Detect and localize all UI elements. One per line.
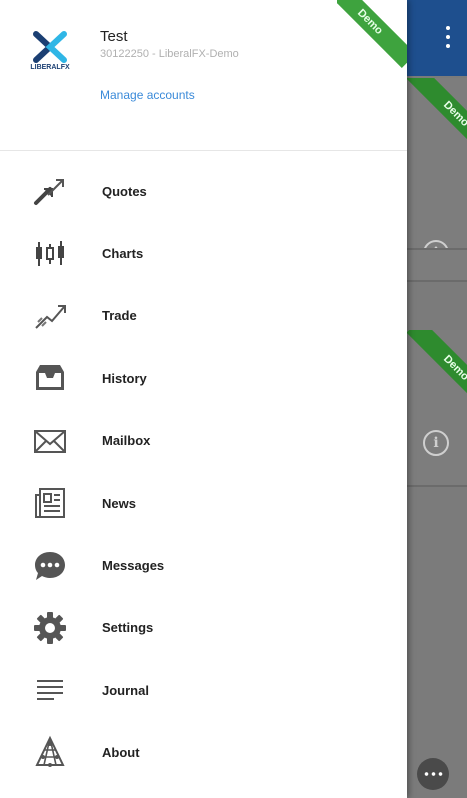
journal-icon	[32, 672, 68, 708]
menu-label: Messages	[102, 558, 165, 574]
logo-text: LIBERALFX	[30, 64, 70, 71]
menu-label: Mailbox	[102, 433, 151, 449]
news-icon	[32, 485, 68, 521]
demo-badge: Demo	[406, 78, 467, 164]
about-icon	[32, 735, 68, 771]
menu-item-mailbox[interactable]: Mailbox	[0, 410, 407, 472]
info-icon[interactable]: i	[423, 240, 449, 248]
menu-item-trade[interactable]: Trade	[0, 285, 407, 347]
menu-item-about[interactable]: About	[0, 722, 407, 784]
settings-icon	[32, 610, 68, 646]
demo-badge: Demo	[406, 330, 467, 418]
chat-icon[interactable]	[417, 758, 449, 790]
menu-label: Quotes	[102, 183, 147, 199]
menu-item-news[interactable]: News	[0, 472, 407, 534]
menu-label: Charts	[102, 246, 144, 262]
charts-icon	[32, 236, 68, 272]
more-options-icon[interactable]	[445, 26, 451, 52]
menu-label: News	[102, 495, 136, 511]
quotes-icon	[32, 173, 68, 209]
menu-item-journal[interactable]: Journal	[0, 659, 407, 721]
menu-label: Journal	[102, 682, 149, 698]
navigation-drawer: LIBERALFX Test 30122250 - LiberalFX-Demo…	[0, 0, 407, 798]
menu-label: Settings	[102, 620, 154, 636]
menu-item-messages[interactable]: Messages	[0, 534, 407, 596]
drawer-menu: Quotes Charts Trade History Mailbox News…	[0, 160, 407, 784]
menu-label: History	[102, 370, 147, 386]
mailbox-icon	[32, 423, 68, 459]
demo-badge: Demo	[337, 0, 407, 68]
account-name: Test	[100, 28, 128, 45]
account-subtitle: 30122250 - LiberalFX-Demo	[100, 48, 239, 60]
menu-item-settings[interactable]: Settings	[0, 597, 407, 659]
trade-icon	[32, 298, 68, 334]
menu-item-quotes[interactable]: Quotes	[0, 160, 407, 222]
menu-item-charts[interactable]: Charts	[0, 222, 407, 284]
menu-item-history[interactable]: History	[0, 347, 407, 409]
messages-icon	[32, 548, 68, 584]
history-icon	[32, 360, 68, 396]
menu-label: Trade	[102, 308, 137, 324]
demo-badge-container: Demo	[337, 0, 407, 70]
manage-accounts-link[interactable]: Manage accounts	[100, 88, 195, 102]
info-icon[interactable]: i	[423, 430, 449, 456]
menu-label: About	[102, 745, 140, 761]
drawer-header: LIBERALFX Test 30122250 - LiberalFX-Demo…	[0, 0, 407, 151]
